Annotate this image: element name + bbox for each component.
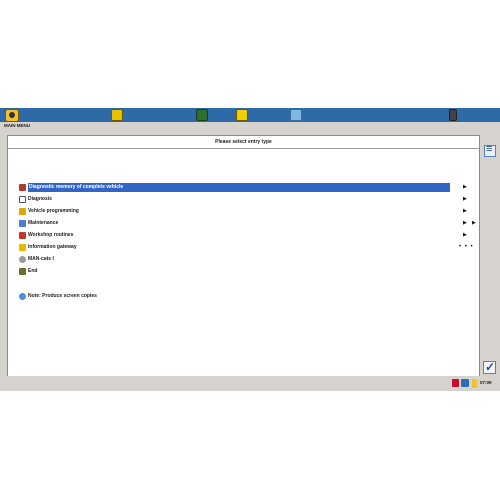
chevron-right-icon: ▶ xyxy=(463,220,467,226)
list-item-label: Vehicle programming xyxy=(28,208,79,214)
device-icon[interactable] xyxy=(449,109,457,121)
list-item-label: End xyxy=(28,268,38,274)
chevron-right-icon: ▶ xyxy=(463,196,467,202)
list-view-button[interactable] xyxy=(484,143,496,157)
home-icon[interactable] xyxy=(5,109,19,122)
menu-title: MAIN MENU xyxy=(4,123,30,128)
chevron-right-icon: ▶ xyxy=(463,232,467,238)
list-item-label: Diagnostic memory of complete vehicle xyxy=(28,183,450,192)
more-icon: • • • xyxy=(459,244,474,250)
list-item[interactable]: Diagnostic memory of complete vehicle ▶ xyxy=(19,182,479,193)
list-item-label: Workshop routines xyxy=(28,232,74,238)
screen-icon[interactable] xyxy=(290,109,302,121)
battery-icon xyxy=(472,379,477,388)
app-window: MAIN MENU Please select entry type Diagn… xyxy=(0,108,500,391)
list-item-label: Maintenance xyxy=(28,220,59,226)
workshop-routines-icon xyxy=(19,232,26,239)
list-item[interactable]: Vehicle programming ▶ xyxy=(19,206,479,217)
list-item[interactable]: Note: Produce screen copies xyxy=(19,291,479,302)
list-item[interactable]: Workshop routines ▶ xyxy=(19,230,479,241)
vehicle-programming-icon xyxy=(19,208,26,215)
maintenance-icon xyxy=(19,220,26,227)
diagnostic-memory-icon xyxy=(19,184,26,191)
chevron-right-icon: ▶ xyxy=(472,220,476,226)
list-item-label: Note: Produce screen copies xyxy=(28,293,97,299)
list-item[interactable]: Diagnosis ▶ xyxy=(19,194,479,205)
list-item-label: MAN-cats I xyxy=(28,256,54,262)
information-gateway-icon xyxy=(19,244,26,251)
list-item[interactable]: Information gateway • • • xyxy=(19,242,479,253)
info-icon[interactable] xyxy=(236,109,248,121)
warning-icon xyxy=(452,379,459,387)
page-title: Please select entry type xyxy=(8,136,479,149)
confirm-button[interactable] xyxy=(483,360,496,374)
connection-icon xyxy=(461,379,469,387)
list-item[interactable]: Maintenance ▶ ▶ xyxy=(19,218,479,229)
list-item[interactable]: MAN-cats I xyxy=(19,254,479,265)
list-item-label: Information gateway xyxy=(28,244,77,250)
end-icon xyxy=(19,268,26,275)
diagnosis-tool-icon[interactable] xyxy=(196,109,208,121)
diagnosis-icon xyxy=(19,196,26,203)
man-cats-icon xyxy=(19,256,26,263)
status-bar: 07:09 xyxy=(0,376,500,391)
clock: 07:09 xyxy=(480,380,492,385)
list-item-label: Diagnosis xyxy=(28,196,52,202)
vehicle-icon[interactable] xyxy=(111,109,123,121)
chevron-right-icon: ▶ xyxy=(463,208,467,214)
list-item[interactable]: End xyxy=(19,266,479,277)
note-icon xyxy=(19,293,26,300)
toolbar xyxy=(0,108,500,122)
chevron-right-icon: ▶ xyxy=(463,184,467,190)
entry-panel: Please select entry type Diagnostic memo… xyxy=(7,135,480,383)
